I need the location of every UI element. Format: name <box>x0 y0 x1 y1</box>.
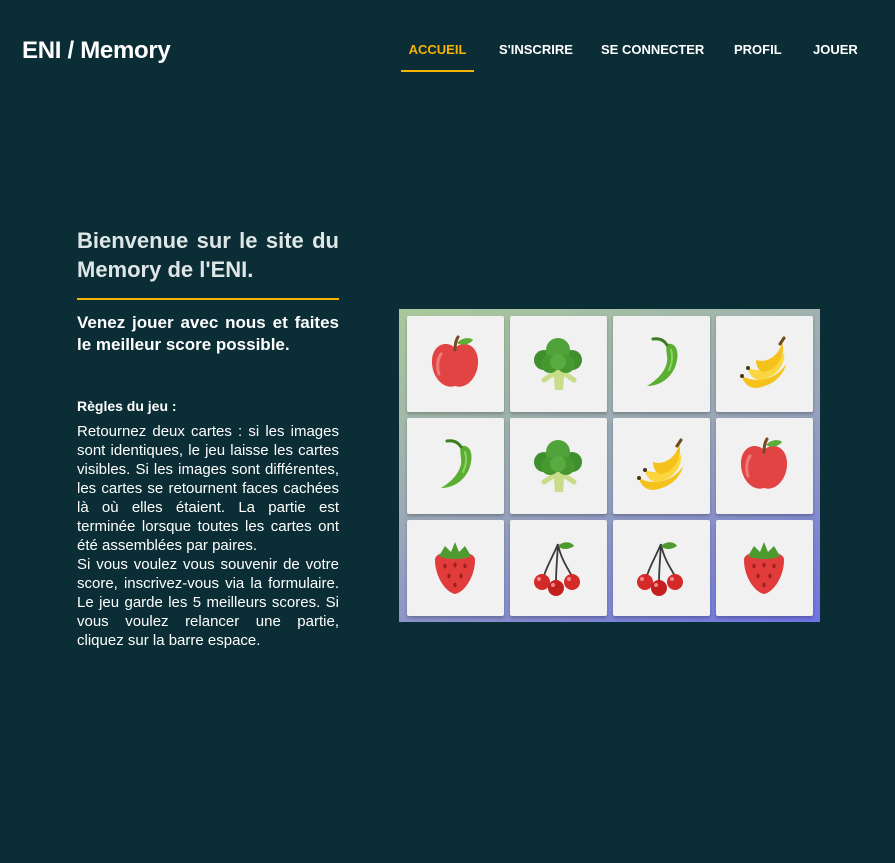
memory-board <box>399 309 820 622</box>
rules-paragraph-1: Retournez deux cartes : si les images so… <box>77 423 339 554</box>
memory-card[interactable] <box>716 418 813 514</box>
strawberry-icon <box>435 542 475 594</box>
nav-item-profil[interactable]: PROFIL <box>734 42 782 70</box>
memory-card[interactable] <box>510 418 607 514</box>
nav-item-sinscrire[interactable]: S'INSCRIRE <box>499 42 573 70</box>
apple-icon <box>740 437 788 489</box>
welcome-title: Bienvenue sur le site du Memory de l'ENI… <box>77 228 339 282</box>
memory-card[interactable] <box>613 520 710 616</box>
chili-icon <box>647 337 678 386</box>
strawberry-icon <box>744 542 784 594</box>
memory-card[interactable] <box>716 316 813 412</box>
memory-card[interactable] <box>613 316 710 412</box>
rules-title: Règles du jeu : <box>77 398 177 414</box>
chili-icon <box>441 439 472 488</box>
title-divider <box>77 298 339 300</box>
memory-card[interactable] <box>613 418 710 514</box>
cherry-icon <box>534 542 580 596</box>
welcome-subtitle: Venez jouer avec nous et faites le meill… <box>77 313 339 354</box>
memory-card[interactable] <box>510 520 607 616</box>
apple-icon <box>431 335 479 387</box>
cherry-icon <box>637 542 683 596</box>
memory-card[interactable] <box>407 418 504 514</box>
memory-card[interactable] <box>407 520 504 616</box>
banana-icon <box>740 336 786 388</box>
memory-card[interactable] <box>407 316 504 412</box>
nav-item-accueil[interactable]: ACCUEIL <box>401 42 474 72</box>
banana-icon <box>637 438 683 490</box>
memory-card[interactable] <box>716 520 813 616</box>
broccoli-icon <box>534 338 582 390</box>
broccoli-icon <box>534 440 582 492</box>
site-brand[interactable]: ENI / Memory <box>22 37 171 65</box>
memory-card[interactable] <box>510 316 607 412</box>
intro-section: Bienvenue sur le site du Memory de l'ENI… <box>77 226 339 650</box>
rules-paragraph-2: Si vous voulez vous souvenir de votre sc… <box>77 556 339 649</box>
nav-item-se-connecter[interactable]: SE CONNECTER <box>601 42 704 70</box>
nav-item-jouer[interactable]: JOUER <box>813 42 858 70</box>
